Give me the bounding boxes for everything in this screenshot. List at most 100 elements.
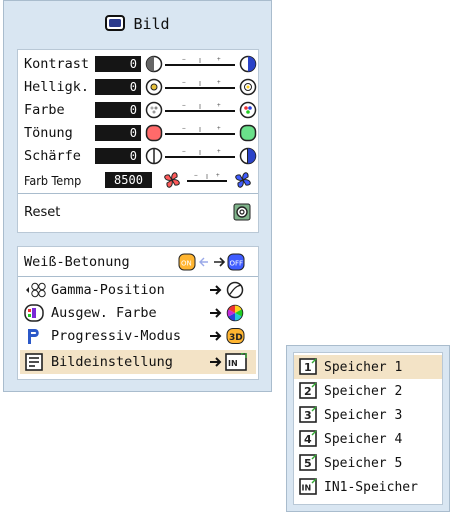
menu-title-bar: Bild bbox=[4, 1, 271, 47]
svg-text:+: + bbox=[217, 79, 221, 86]
memory-item-3[interactable]: 3 Speicher 3 bbox=[294, 403, 442, 427]
svg-text:+: + bbox=[216, 172, 220, 179]
option-ausgew-farbe[interactable]: Ausgew. Farbe bbox=[18, 302, 258, 324]
option-gamma-position[interactable]: Gamma-Position bbox=[18, 279, 258, 301]
memory-item-2[interactable]: 2 Speicher 2 bbox=[294, 379, 442, 403]
color-temp-slider[interactable]: − + bbox=[161, 170, 256, 190]
picture-menu: Bild Kontrast 0 − + Helligk. 0 − + Farbe… bbox=[3, 0, 272, 392]
reset-icon[interactable] bbox=[233, 203, 251, 221]
arrow-right-icon bbox=[210, 281, 244, 299]
adjust-row-farb-temp[interactable]: Farb Temp 8500 − + bbox=[18, 169, 258, 191]
adjust-value: 0 bbox=[95, 56, 141, 72]
memory-item-in1[interactable]: IN IN1-Speicher bbox=[294, 475, 442, 499]
adjust-label: Tönung bbox=[24, 125, 73, 141]
option-label: Weiß-Betonung bbox=[24, 254, 130, 270]
tint-icon bbox=[145, 124, 163, 142]
divider bbox=[18, 276, 258, 277]
color-slider[interactable]: − + bbox=[145, 101, 259, 119]
contrast-icon bbox=[145, 55, 163, 73]
reset-label: Reset bbox=[24, 204, 61, 220]
adjust-label: Kontrast bbox=[24, 56, 90, 72]
svg-text:4: 4 bbox=[304, 433, 312, 446]
svg-text:+: + bbox=[217, 125, 221, 132]
option-weiss-betonung[interactable]: Weiß-Betonung ON OFF bbox=[18, 251, 258, 273]
adjust-label: Farb Temp bbox=[24, 172, 82, 188]
option-label: Bildeinstellung bbox=[51, 354, 173, 370]
memory-submenu: 1 Speicher 1 2 Speicher 2 3 Speicher 3 4… bbox=[286, 345, 450, 512]
fan-icon bbox=[164, 172, 180, 188]
adjust-value: 0 bbox=[95, 125, 141, 141]
selected-color-icon bbox=[24, 304, 44, 322]
memory-item-5[interactable]: 5 Speicher 5 bbox=[294, 451, 442, 475]
memory-3-icon: 3 bbox=[299, 406, 317, 423]
svg-text:IN: IN bbox=[228, 359, 238, 368]
divider bbox=[18, 193, 258, 194]
arrow-right-icon: IN bbox=[210, 353, 247, 371]
memory-item-1[interactable]: 1 Speicher 1 bbox=[294, 355, 442, 379]
svg-text:+: + bbox=[217, 148, 221, 155]
svg-text:1: 1 bbox=[304, 361, 312, 374]
brightness-slider[interactable]: − + bbox=[145, 78, 259, 96]
option-label: Gamma-Position bbox=[51, 282, 165, 298]
svg-text:−: − bbox=[182, 56, 186, 63]
sharpness-slider[interactable]: − + bbox=[145, 147, 259, 165]
option-progressiv-modus[interactable]: Progressiv-Modus 3D bbox=[18, 325, 258, 347]
white-emphasis-icon[interactable]: ON OFF bbox=[178, 253, 258, 271]
memory-item-4[interactable]: 4 Speicher 4 bbox=[294, 427, 442, 451]
adjust-value: 0 bbox=[95, 79, 141, 95]
gamma-curve-icon bbox=[226, 281, 244, 299]
memory-item-label: Speicher 4 bbox=[324, 431, 403, 447]
option-panel: Weiß-Betonung ON OFF Gamma-Position Ausg… bbox=[17, 246, 259, 380]
color-icon bbox=[145, 101, 163, 119]
brightness-icon bbox=[239, 78, 257, 96]
svg-text:3: 3 bbox=[304, 409, 312, 422]
svg-text:+: + bbox=[217, 102, 221, 109]
picture-icon bbox=[105, 15, 126, 31]
contrast-icon bbox=[239, 55, 257, 73]
adjust-row-toenung[interactable]: Tönung 0 − + bbox=[18, 122, 258, 144]
menu-title: Bild bbox=[133, 15, 170, 33]
option-label: Ausgew. Farbe bbox=[51, 305, 157, 321]
sharpness-icon bbox=[239, 147, 257, 165]
brightness-icon bbox=[145, 78, 163, 96]
adjustment-panel: Kontrast 0 − + Helligk. 0 − + Farbe 0 − … bbox=[17, 49, 259, 233]
picture-setting-icon bbox=[25, 353, 43, 371]
svg-text:3D: 3D bbox=[229, 333, 243, 343]
color-wheel-icon bbox=[226, 304, 244, 322]
arrow-right-icon: 3D bbox=[210, 328, 245, 344]
memory-4-icon: 4 bbox=[299, 430, 317, 447]
option-bildeinstellung[interactable]: Bildeinstellung IN bbox=[20, 350, 256, 374]
memory-2-icon: 2 bbox=[299, 382, 317, 399]
sharpness-icon bbox=[145, 147, 163, 165]
memory-1-icon: 1 bbox=[299, 358, 317, 375]
adjust-row-farbe[interactable]: Farbe 0 − + bbox=[18, 99, 258, 121]
gamma-icon bbox=[26, 282, 46, 298]
tint-icon bbox=[239, 124, 257, 142]
memory-in-icon: IN bbox=[299, 478, 317, 495]
fan-icon bbox=[235, 172, 251, 188]
memory-item-label: IN1-Speicher bbox=[324, 479, 418, 495]
contrast-slider[interactable]: − + bbox=[145, 55, 259, 73]
adjust-row-kontrast[interactable]: Kontrast 0 − + bbox=[18, 53, 258, 75]
svg-text:−: − bbox=[182, 102, 186, 109]
svg-text:−: − bbox=[182, 148, 186, 155]
tint-slider[interactable]: − + bbox=[145, 124, 259, 142]
svg-text:ON: ON bbox=[181, 260, 192, 268]
svg-text:−: − bbox=[182, 125, 186, 132]
color-icon bbox=[239, 101, 257, 119]
adjust-value: 0 bbox=[95, 102, 141, 118]
reset-row[interactable]: Reset bbox=[18, 201, 258, 223]
adjust-row-schaerfe[interactable]: Schärfe 0 − + bbox=[18, 145, 258, 167]
svg-text:5: 5 bbox=[304, 457, 312, 470]
svg-text:IN: IN bbox=[302, 484, 312, 493]
adjust-label: Helligk. bbox=[24, 79, 90, 95]
adjust-value: 0 bbox=[95, 148, 141, 164]
adjust-value: 8500 bbox=[105, 172, 152, 188]
svg-text:−: − bbox=[182, 79, 186, 86]
svg-text:OFF: OFF bbox=[230, 260, 244, 268]
memory-in-icon: IN bbox=[225, 353, 247, 371]
memory-list: 1 Speicher 1 2 Speicher 2 3 Speicher 3 4… bbox=[293, 352, 443, 505]
svg-text:−: − bbox=[194, 172, 198, 179]
3d-icon: 3D bbox=[226, 328, 245, 344]
adjust-row-helligkeit[interactable]: Helligk. 0 − + bbox=[18, 76, 258, 98]
